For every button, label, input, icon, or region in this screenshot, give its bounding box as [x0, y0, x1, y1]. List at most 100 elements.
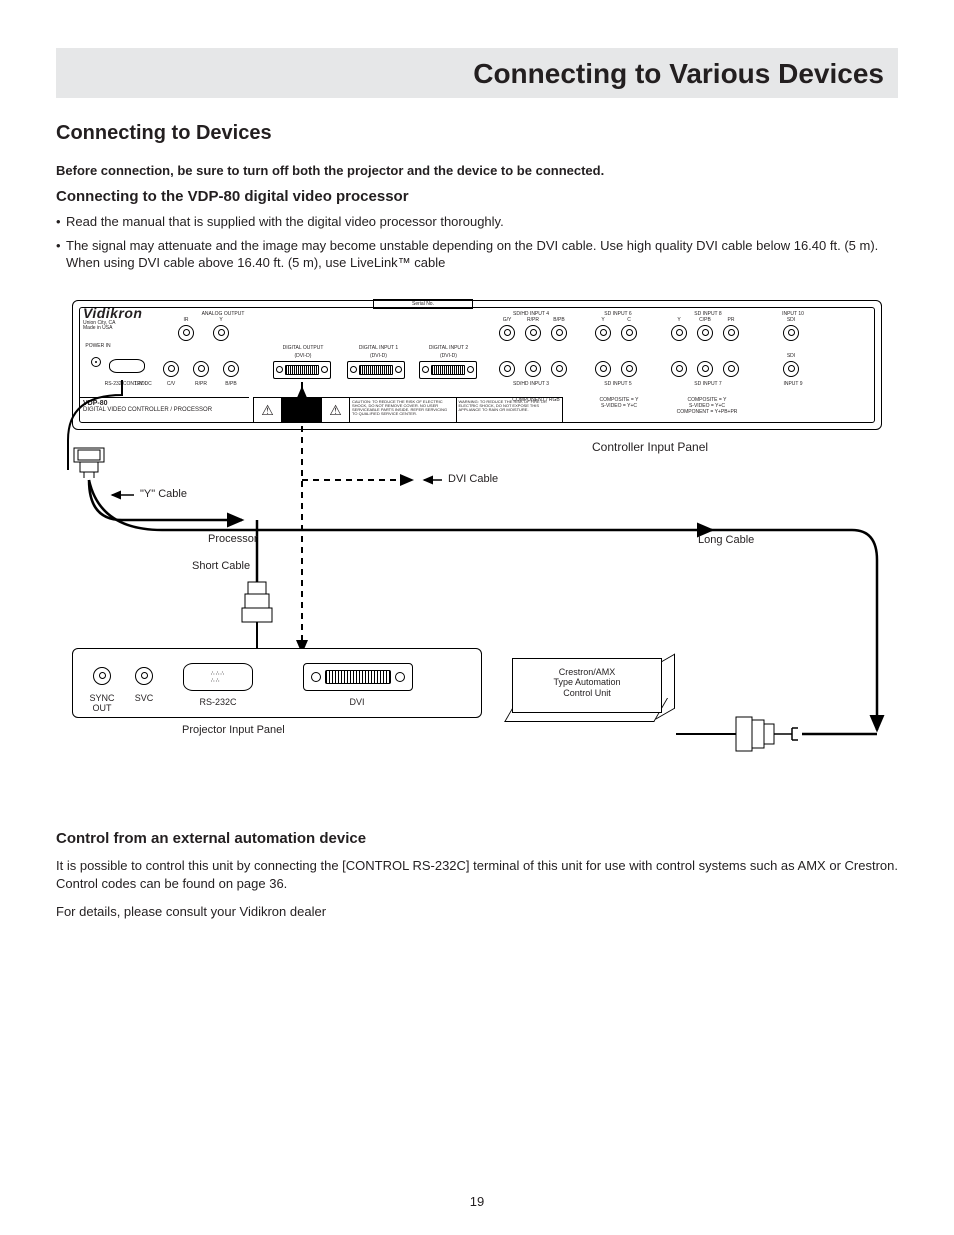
- rca-jack: [723, 325, 739, 341]
- jack-label: G/Y: [496, 317, 518, 323]
- jack-label: R/PR: [522, 317, 544, 323]
- rca-jack: [551, 325, 567, 341]
- warn-tri: ⚠: [322, 398, 350, 422]
- body-text: For details, please consult your Vidikro…: [56, 903, 898, 921]
- bullet-list: • Read the manual that is supplied with …: [56, 213, 898, 272]
- ycable-label: "Y" Cable: [140, 488, 187, 500]
- subsection-heading: Connecting to the VDP-80 digital video p…: [56, 188, 898, 205]
- bullet-text: The signal may attenuate and the image m…: [66, 237, 898, 272]
- jack-label: IR: [176, 317, 196, 323]
- bullet-item: • Read the manual that is supplied with …: [56, 213, 898, 231]
- model-sub: DIGITAL VIDEO CONTROLLER / PROCESSOR: [83, 407, 212, 413]
- jack-label: C/PB: [693, 317, 717, 323]
- rca-jack: [697, 361, 713, 377]
- digital-output-label: DIGITAL OUTPUT: [278, 345, 328, 351]
- controller-panel: Serial No. Vidikron Union City, CA Made …: [72, 300, 882, 430]
- body-text: It is possible to control this unit by c…: [56, 857, 898, 893]
- jack-label: B/PB: [219, 381, 243, 387]
- bullet-item: • The signal may attenuate and the image…: [56, 237, 898, 272]
- jack-label: Y: [593, 317, 613, 323]
- title-bar: Connecting to Various Devices: [56, 48, 898, 98]
- rs232-port: [109, 359, 145, 373]
- model-box: VDP-80 DIGITAL VIDEO CONTROLLER / PROCES…: [79, 397, 249, 423]
- rca-jack: [595, 325, 611, 341]
- warning-box: ⚠ ⚠ CAUTION: TO REDUCE THE RISK OF ELECT…: [253, 397, 563, 423]
- jack-label: R/PR: [189, 381, 213, 387]
- warn-tri: ⚠: [254, 398, 282, 422]
- processor-label: Processor: [208, 533, 258, 545]
- bullet-dot: •: [56, 237, 66, 272]
- sync-label: SYNC OUT: [85, 693, 119, 713]
- caution-text: CAUTION: TO REDUCE THE RISK OF ELECTRIC …: [350, 398, 457, 422]
- automation-box: Crestron/AMX Type Automation Control Uni…: [512, 658, 662, 713]
- dvi-port: [273, 361, 331, 379]
- proj-panel-label: Projector Input Panel: [182, 724, 285, 736]
- jack-label: C: [619, 317, 639, 323]
- rca-jack: [525, 361, 541, 377]
- rca-jack: [671, 325, 687, 341]
- dvi-port: [419, 361, 477, 379]
- rca-jack: [595, 361, 611, 377]
- svideo-label: S-VIDEO = Y+C: [589, 403, 649, 409]
- warning-text: Before connection, be sure to turn off b…: [56, 163, 898, 178]
- rca-jack: [499, 325, 515, 341]
- automation-line: Crestron/AMX: [559, 667, 616, 677]
- jack-label: C/V: [159, 381, 183, 387]
- dvid-label: (DVI-D): [421, 353, 476, 359]
- in9-label: INPUT 9: [773, 381, 813, 387]
- warn-strip: [282, 398, 322, 422]
- rca-jack: [551, 361, 567, 377]
- rca-jack: [783, 361, 799, 377]
- rca-jack: [193, 361, 209, 377]
- page-number: 19: [0, 1194, 954, 1209]
- rca-jack: [621, 361, 637, 377]
- rca-jack: [723, 361, 739, 377]
- rca-jack: [93, 667, 111, 685]
- shortcable-label: Short Cable: [192, 560, 250, 572]
- power-jack: [91, 357, 101, 367]
- jack-label: Y: [669, 317, 689, 323]
- jack-label: PR: [721, 317, 741, 323]
- automation-line: Control Unit: [563, 688, 611, 698]
- rca-jack: [213, 325, 229, 341]
- automation-text: Crestron/AMX Type Automation Control Uni…: [513, 659, 661, 699]
- bullet-text: Read the manual that is supplied with th…: [66, 213, 898, 231]
- rca-jack: [697, 325, 713, 341]
- sdi-label: SDI: [780, 353, 802, 359]
- model-name: VDP-80: [83, 400, 108, 407]
- dvicable-label: DVI Cable: [448, 473, 498, 485]
- subsection-heading: Control from an external automation devi…: [56, 830, 898, 847]
- rca-jack: [671, 361, 687, 377]
- rca-jack: [621, 325, 637, 341]
- jack-label: B/PB: [548, 317, 570, 323]
- dvi-port: [347, 361, 405, 379]
- controller-panel-label: Controller Input Panel: [592, 440, 708, 454]
- longcable-label: Long Cable: [698, 534, 754, 546]
- rca-jack: [135, 667, 153, 685]
- rs232c-port: ∴∴∴∴∴: [183, 663, 253, 691]
- sdi-label: SDI: [780, 317, 802, 323]
- automation-line: Type Automation: [553, 677, 620, 687]
- svc-label: SVC: [129, 693, 159, 703]
- digital-input2-label: DIGITAL INPUT 2: [421, 345, 476, 351]
- warning-text: WARNING: TO REDUCE THE RISK OF FIRE OR E…: [457, 398, 563, 422]
- bullet-dot: •: [56, 213, 66, 231]
- sd7-label: SD INPUT 7: [673, 381, 743, 387]
- sd5-label: SD INPUT 5: [593, 381, 643, 387]
- dvid-label: (DVI-D): [351, 353, 406, 359]
- rca-jack: [783, 325, 799, 341]
- rs232-label: RS-232 CONTROL: [101, 381, 151, 387]
- rs232-label: RS-232C: [191, 697, 245, 707]
- page-title: Connecting to Various Devices: [70, 58, 884, 90]
- dvi-port: [303, 663, 413, 691]
- dvi-label: DVI: [337, 697, 377, 707]
- digital-input1-label: DIGITAL INPUT 1: [351, 345, 406, 351]
- rca-jack: [525, 325, 541, 341]
- jack-label: Y: [211, 317, 231, 323]
- rca-jack: [178, 325, 194, 341]
- rca-jack: [499, 361, 515, 377]
- dvid-label: (DVI-D): [278, 353, 328, 359]
- rca-jack: [223, 361, 239, 377]
- section-heading: Connecting to Devices: [56, 122, 898, 145]
- brand-sub: Union City, CA Made in USA: [83, 321, 115, 332]
